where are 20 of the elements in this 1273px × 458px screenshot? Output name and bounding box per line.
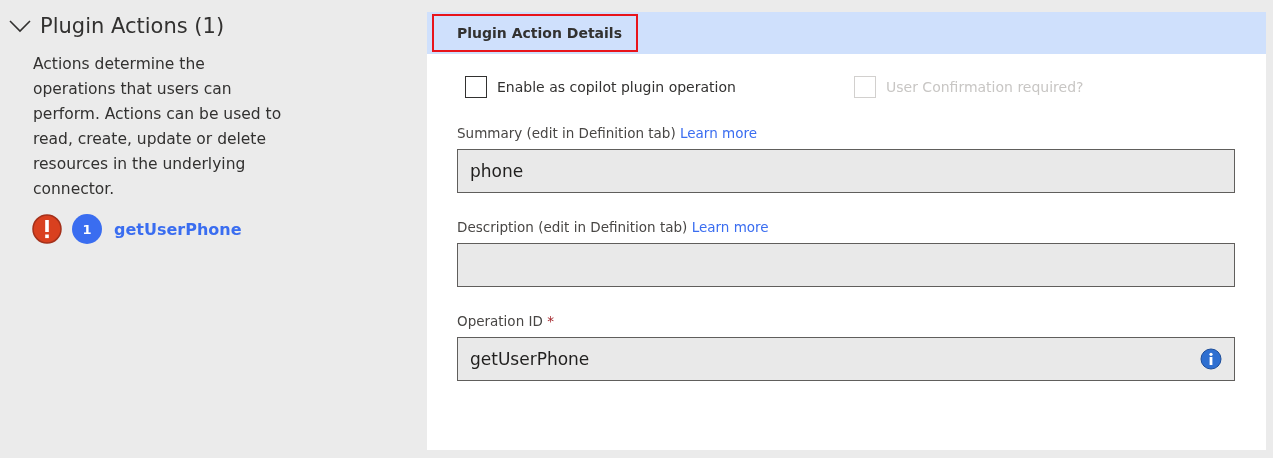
- checkbox-label: User Confirmation required?: [886, 79, 1084, 95]
- details-title: Plugin Action Details: [432, 14, 638, 52]
- learn-more-link[interactable]: Learn more: [679, 125, 757, 141]
- field-label: Description (edit in Definition tab): [457, 219, 688, 235]
- section-header[interactable]: Plugin Actions (1): [8, 14, 427, 38]
- required-asterisk: *: [547, 313, 554, 329]
- input-field[interactable]: getUserPhone: [457, 337, 1235, 381]
- learn-more-link[interactable]: Learn more: [691, 219, 769, 235]
- input-field[interactable]: [457, 243, 1235, 287]
- info-icon[interactable]: [1200, 348, 1222, 370]
- action-link[interactable]: getUserPhone: [114, 219, 242, 239]
- number-badge: 1: [72, 214, 102, 244]
- section-description: Actions determine the operations that users can perform. Actions can be used to read, create, update or delete resources in the underlying connector.: [33, 54, 283, 200]
- input-field[interactable]: phone: [457, 149, 1235, 193]
- field-label: Summary (edit in Definition tab): [457, 125, 676, 141]
- checkbox[interactable]: [465, 76, 487, 98]
- chevron-icon: [8, 18, 32, 34]
- section-title: Plugin Actions (1): [40, 14, 225, 38]
- checkbox-label: Enable as copilot plugin operation: [497, 79, 736, 95]
- field-label: Operation ID: [457, 313, 543, 329]
